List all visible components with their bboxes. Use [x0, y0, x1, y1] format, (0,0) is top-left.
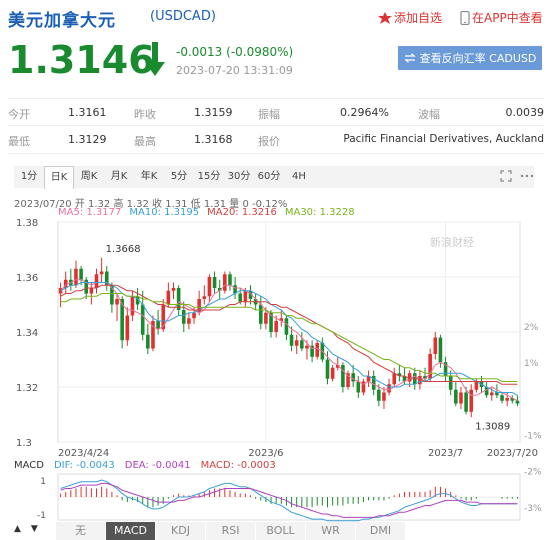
candle-body — [305, 345, 309, 349]
candle-body — [258, 304, 263, 324]
pct-tick-label: 2% — [524, 323, 539, 333]
macd-dif: DIF: -0.0043 — [53, 460, 115, 471]
macd-title: MACD — [14, 460, 44, 471]
ma30-line — [60, 293, 518, 382]
watermark-text: 新浪财经 — [430, 235, 474, 249]
pct-tick-label: -3% — [524, 504, 542, 514]
candle-body — [243, 290, 248, 302]
candle-body — [89, 288, 94, 294]
candle-body — [192, 312, 196, 319]
ma20-line — [60, 284, 518, 385]
candle-body — [79, 268, 83, 280]
candle-body — [500, 395, 504, 401]
candle-body — [74, 268, 78, 286]
candle-body — [392, 373, 397, 385]
y-tick-label: 1.32 — [16, 383, 38, 394]
candle-body — [94, 274, 99, 288]
macd-tick-label: 1 — [40, 477, 46, 487]
candle-body — [99, 271, 104, 275]
candle-body — [274, 321, 278, 332]
candle-body — [187, 318, 191, 324]
indicator-tab-none[interactable]: 无 — [55, 522, 105, 540]
candle-body — [515, 400, 520, 404]
candle-body — [115, 299, 119, 305]
candle-body — [289, 334, 294, 346]
candle-body — [377, 389, 381, 401]
candle-body — [469, 389, 474, 412]
candle-body — [264, 312, 268, 324]
candle-body — [505, 398, 509, 401]
indicator-tab-macd[interactable]: MACD — [105, 522, 155, 540]
candle-body — [146, 334, 150, 349]
candle-body — [202, 296, 207, 299]
dea-line — [60, 482, 518, 518]
macd-tick-label: -1 — [37, 511, 46, 521]
y-tick-label: 1.36 — [16, 273, 38, 284]
pct-tick-label: 1% — [524, 359, 539, 369]
candle-body — [459, 392, 463, 404]
candle-body — [238, 293, 243, 302]
candle-body — [315, 343, 320, 357]
candle-body — [166, 290, 171, 305]
candle-body — [418, 376, 422, 385]
candle-body — [171, 288, 176, 291]
candle-body — [489, 392, 494, 396]
pct-tick-label: -1% — [524, 431, 542, 441]
candle-body — [181, 310, 186, 324]
y-tick-label: 1.38 — [16, 218, 38, 229]
pct-tick-label: -2% — [524, 468, 542, 478]
candle-body — [294, 340, 299, 346]
candle-body — [223, 274, 227, 291]
x-tick-label: 2023/6 — [248, 448, 283, 459]
indicator-tab-dmi[interactable]: DMI — [355, 522, 405, 540]
x-tick-label: 2023/7/20 — [487, 448, 538, 459]
candle-body — [382, 392, 386, 401]
candle-body — [125, 315, 130, 341]
macd-legend: MACD DIF: -0.0043 DEA: -0.0041 MACD: -0.… — [14, 460, 276, 471]
candlestick-chart[interactable]: 新浪财经 1.381.361.341.321.32%1%-1%-2%-3%-4%… — [0, 0, 550, 540]
candle-body — [356, 381, 361, 393]
candle-body — [156, 321, 160, 330]
candle-body — [464, 392, 468, 412]
candle-body — [407, 373, 412, 382]
candle-body — [351, 373, 355, 382]
candle-body — [284, 318, 289, 335]
ma10-line — [60, 282, 518, 396]
macd-dea: DEA: -0.0041 — [124, 460, 191, 471]
indicator-tab-rsi[interactable]: RSI — [205, 522, 255, 540]
extreme-annotation: 1.3668 — [106, 244, 141, 255]
x-tick-label: 2023/7 — [428, 448, 463, 459]
indicator-tab-wr[interactable]: WR — [305, 522, 355, 540]
candle-body — [325, 359, 330, 379]
candle-body — [140, 304, 145, 335]
scroll-right-icon[interactable]: ▼ — [31, 524, 38, 534]
candle-body — [448, 376, 453, 390]
x-tick-label: 2023/4/24 — [58, 448, 109, 459]
scroll-left-icon[interactable]: ▲ — [14, 524, 21, 534]
indicator-scroll: ▲ ▼ — [14, 524, 38, 534]
extreme-annotation: 1.3089 — [475, 421, 510, 432]
y-tick-label: 1.3 — [16, 438, 32, 449]
candle-body — [207, 277, 212, 297]
macd-value: MACD: -0.0003 — [200, 460, 276, 471]
candle-body — [212, 277, 217, 288]
candle-body — [300, 340, 304, 349]
candle-body — [130, 296, 135, 316]
candle-body — [438, 337, 443, 363]
indicator-tab-boll[interactable]: BOLL — [255, 522, 305, 540]
candle-body — [341, 365, 345, 387]
indicator-tab-kdj[interactable]: KDJ — [155, 522, 205, 540]
candle-body — [387, 384, 391, 393]
candle-body — [228, 274, 232, 286]
indicator-tabs: 无 MACD KDJ RSI BOLL WR DMI — [55, 522, 405, 540]
candle-body — [433, 337, 438, 354]
candle-body — [454, 389, 458, 404]
ma5-line — [60, 279, 518, 402]
candle-body — [330, 367, 335, 379]
y-tick-label: 1.34 — [16, 328, 38, 339]
